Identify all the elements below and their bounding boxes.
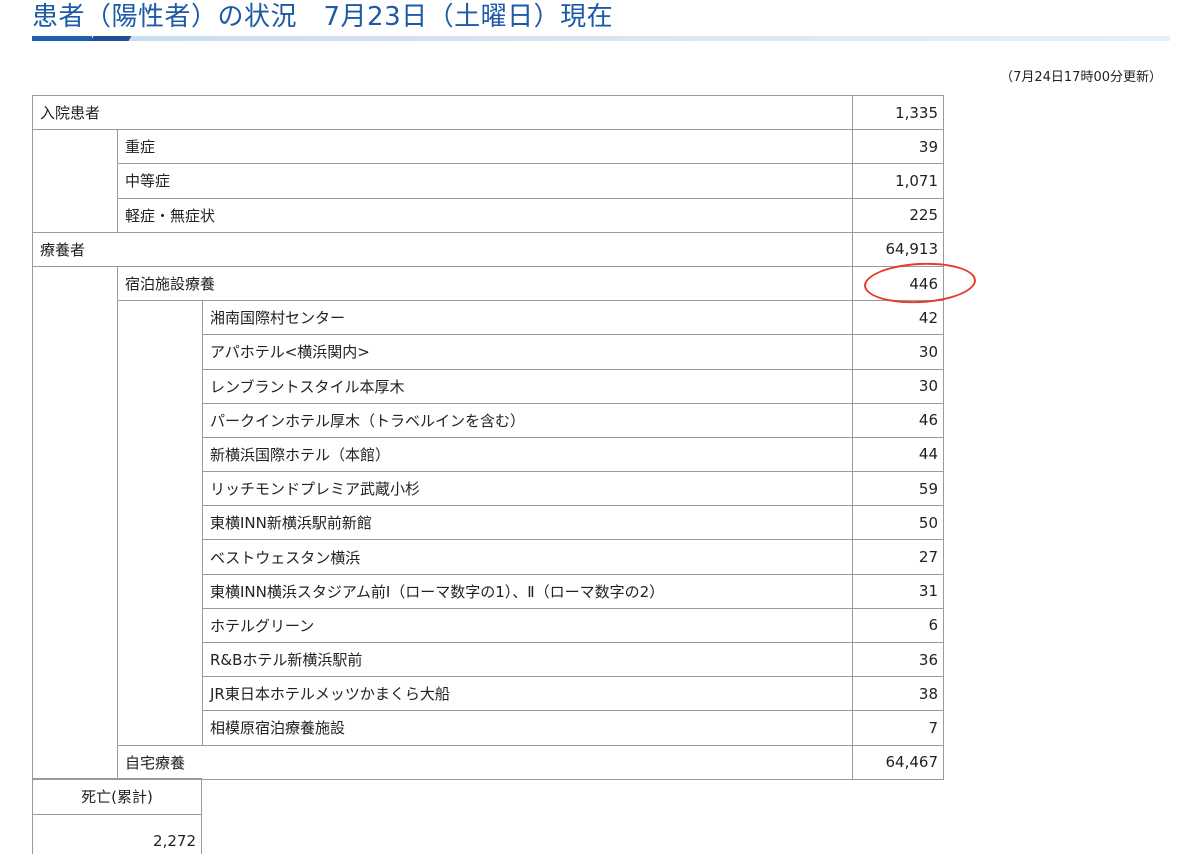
facility-name: アパホテル<横浜関内>	[201, 334, 854, 370]
severity-label: 軽症・無症状	[116, 197, 854, 233]
table-row: 療養者 64,913	[31, 231, 945, 267]
table-row: 入院患者 1,335	[31, 94, 945, 131]
table-row: 2,272	[32, 814, 202, 854]
facility-value: 46	[852, 402, 945, 438]
hospitalized-label: 入院患者	[31, 94, 854, 131]
table-row: 湘南国際村センター 42	[33, 300, 945, 746]
home-care-label: 自宅療養	[116, 744, 854, 780]
facility-value: 30	[852, 334, 945, 370]
facility-name: 湘南国際村センター	[201, 300, 854, 336]
facility-name: パークインホテル厚木（トラベルインを含む）	[201, 402, 854, 438]
deaths-value: 2,272	[32, 814, 202, 854]
facility-name: R&Bホテル新横浜駅前	[201, 641, 854, 678]
severity-value: 39	[852, 129, 945, 165]
page-title: 患者（陽性者）の状況 7月23日（土曜日）現在	[32, 2, 614, 32]
facility-name: JR東日本ホテルメッツかまくら大船	[201, 676, 854, 712]
facility-name: 相模原宿泊療養施設	[201, 710, 854, 746]
severity-value: 225	[852, 197, 945, 233]
recuperating-label: 療養者	[31, 231, 854, 267]
facility-value: 59	[852, 471, 945, 507]
deaths-table: 死亡(累計) 2,272	[32, 778, 202, 854]
severity-value: 1,071	[852, 163, 945, 199]
facility-value: 30	[852, 368, 945, 404]
facility-value: 6	[852, 607, 945, 644]
facility-value: 42	[852, 300, 945, 336]
indent-cell	[32, 129, 118, 233]
updated-timestamp: （7月24日17時00分更新）	[1000, 70, 1162, 85]
facility-value: 38	[852, 676, 945, 712]
table-row: 宿泊施設療養 44 6	[32, 265, 945, 780]
facility-value: 50	[852, 505, 945, 541]
table-row: 軽症・無症状 225	[33, 197, 945, 233]
facility-name: ホテルグリーン	[201, 607, 854, 644]
table-row: 中等症 1,071	[33, 163, 945, 199]
facility-value: 44	[852, 436, 945, 473]
severity-label: 重症	[116, 129, 854, 165]
severity-label: 中等症	[116, 163, 854, 199]
table-row: 重症 39	[32, 129, 945, 233]
facility-name: レンブラントスタイル本厚木	[201, 368, 854, 404]
facility-name: リッチモンドプレミア武蔵小杉	[201, 471, 854, 507]
facility-value: 31	[852, 573, 945, 609]
table-row: 自宅療養 64,467	[33, 744, 945, 780]
lodging-label: 宿泊施設療養	[116, 265, 854, 302]
facility-name: 新横浜国際ホテル（本館）	[201, 436, 854, 473]
indent-cell	[117, 300, 203, 746]
facility-name: 東横INN横浜スタジアム前Ⅰ（ローマ数字の1）、Ⅱ（ローマ数字の2）	[201, 573, 854, 609]
facility-value: 36	[852, 641, 945, 678]
hospitalized-value: 1,335	[852, 94, 945, 131]
deaths-label: 死亡(累計)	[32, 778, 202, 815]
recuperating-value: 64,913	[852, 231, 945, 267]
facility-name: ベストウェスタン横浜	[201, 539, 854, 575]
facility-value: 27	[852, 539, 945, 575]
table-row: 死亡(累計)	[32, 778, 202, 815]
home-care-value: 64,467	[852, 744, 945, 780]
patient-status-table: 入院患者 1,335 重症 39 中等症 1,071 軽症・無症状 225 療養…	[31, 94, 945, 780]
title-underline-accent	[90, 36, 132, 41]
facility-value: 7	[852, 710, 945, 746]
title-underline	[32, 36, 1170, 41]
facility-name: 東横INN新横浜駅前新館	[201, 505, 854, 541]
indent-cell	[32, 265, 118, 780]
